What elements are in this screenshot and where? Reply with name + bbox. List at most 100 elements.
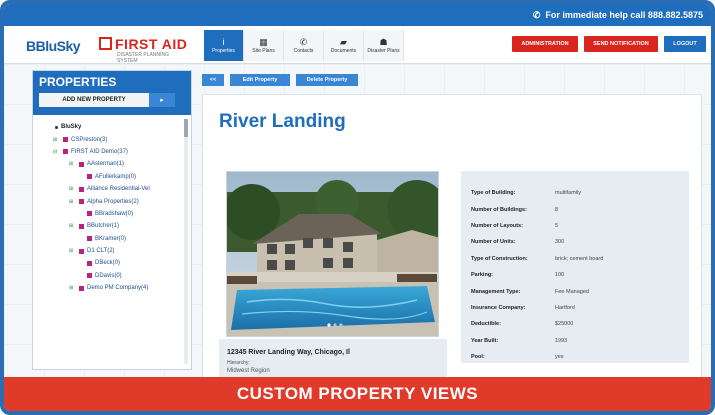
add-property-control[interactable]: ADD NEW PROPERTY ▸ — [39, 93, 185, 107]
help-text: For immediate help call 888.882.5875 — [545, 10, 703, 20]
logout-button[interactable]: LOGOUT — [664, 36, 706, 52]
info-icon: i — [222, 37, 225, 47]
edit-property-button[interactable]: Edit Property — [230, 74, 290, 86]
hierarchy-region: Midwest Region — [227, 368, 270, 374]
tree-item[interactable]: ⊞ Demo PM Company(4) — [45, 282, 185, 294]
blusky-wordmark: BluSky — [35, 38, 81, 54]
tree-item[interactable]: ⊞ CSPreston(3) — [45, 133, 185, 145]
property-address: 12345 River Landing Way, Chicago, Il — [227, 349, 350, 356]
detail-value: 1993 — [555, 337, 568, 344]
app-header: BBluSky FIRST AID DISASTER PLANNING SYST… — [4, 26, 711, 64]
hierarchy-label: Hierarchy: — [227, 360, 250, 366]
property-details-table: Type of Building: multifamily Number of Bu… — [461, 171, 689, 363]
tree-item[interactable]: BluSky — [45, 121, 185, 133]
person-icon: ☗ — [379, 37, 388, 47]
property-photo-image — [227, 172, 438, 336]
tree-expander-icon[interactable]: ⊞ — [69, 223, 77, 229]
tree-item-label: DDavis(0) — [95, 272, 122, 279]
folder-icon — [87, 260, 92, 266]
add-property-arrow-icon[interactable]: ▸ — [149, 93, 175, 107]
folder-icon — [87, 211, 92, 217]
tree-expander-icon[interactable]: ⊞ — [69, 186, 77, 192]
tree-item[interactable]: DBeck(0) — [45, 257, 185, 269]
tree-scrollbar[interactable] — [184, 119, 188, 364]
tree-expander-icon[interactable]: ⊞ — [69, 248, 77, 254]
tree-item-label: BButcher(1) — [87, 223, 120, 230]
tree-item-label: Alliance Residential-Ver — [87, 186, 151, 193]
folder-icon — [55, 125, 58, 129]
app-frame: ✆ For immediate help call 888.882.5875 B… — [0, 0, 715, 415]
property-detail-panel: River Landing 12345 River Landing Way, C… — [202, 94, 702, 405]
main-nav: i Properties ▦ Site Plans ✆ Contacts ▰ D… — [204, 30, 404, 61]
tree-item[interactable]: ⊞ Alpha Properties(2) — [45, 195, 185, 207]
tree-item[interactable]: ⊞ D1 CLT(2) — [45, 245, 185, 257]
phone-icon: ✆ — [532, 9, 541, 20]
tree-expander-icon[interactable]: ⊞ — [69, 199, 77, 205]
tree-item[interactable]: ⊞ Alliance Residential-Ver — [45, 183, 185, 195]
tab-label: Site Plans — [252, 48, 275, 54]
detail-value: $25000 — [555, 321, 574, 328]
detail-row: Insurance Company: Hartford — [471, 300, 679, 316]
tree-item[interactable]: ⊟ FIRST AID Demo(37) — [45, 146, 185, 158]
firstaid-box-icon — [99, 37, 112, 50]
grid-icon: ▦ — [259, 37, 268, 47]
tab-site-plans[interactable]: ▦ Site Plans — [244, 30, 284, 61]
tab-contacts[interactable]: ✆ Contacts — [284, 30, 324, 61]
detail-row: Pool: yes — [471, 349, 679, 365]
detail-key: Number of Units: — [471, 239, 516, 246]
tab-documents[interactable]: ▰ Documents — [324, 30, 364, 61]
firstaid-tagline: DISASTER PLANNING SYSTEM — [117, 52, 169, 64]
phone-icon: ✆ — [299, 37, 308, 47]
back-button[interactable]: << — [202, 74, 224, 86]
tree-item-label: BBradshaw(0) — [95, 210, 134, 217]
detail-row: Type of Building: multifamily — [471, 185, 679, 201]
tree-item[interactable]: DDavis(0) — [45, 270, 185, 282]
detail-key: Number of Buildings: — [471, 206, 527, 213]
tree-item-label: D1 CLT(2) — [87, 248, 115, 255]
folder-icon: ▰ — [340, 37, 347, 47]
tree-expander-icon[interactable]: ⊞ — [69, 161, 77, 167]
send-notification-button[interactable]: SEND NOTIFICATION — [584, 36, 658, 52]
folder-icon — [79, 248, 84, 254]
tree-item[interactable]: BBradshaw(0) — [45, 208, 185, 220]
detail-row: Number of Units: 300 — [471, 234, 679, 250]
tree-expander-icon[interactable]: ⊞ — [53, 137, 61, 143]
tab-label: Properties — [212, 48, 235, 54]
folder-icon — [87, 174, 92, 180]
scrollbar-thumb[interactable] — [184, 119, 188, 137]
firstaid-logo[interactable]: FIRST AID DISASTER PLANNING SYSTEM — [99, 36, 188, 64]
tree-item-label: AFullerkamp(0) — [95, 173, 137, 180]
add-property-button[interactable]: ADD NEW PROPERTY — [39, 93, 149, 107]
detail-key: Year Built: — [471, 337, 499, 344]
firstaid-wordmark: FIRST AID — [115, 36, 188, 52]
tree-item[interactable]: AFullerkamp(0) — [45, 171, 185, 183]
detail-key: Insurance Company: — [471, 304, 526, 311]
detail-value: multifamily — [555, 190, 581, 197]
folder-icon — [79, 223, 84, 229]
folder-icon — [87, 273, 92, 279]
folder-icon — [87, 236, 92, 242]
detail-value: 5 — [555, 222, 559, 229]
tab-properties[interactable]: i Properties — [204, 30, 244, 61]
tree-item-label: BluSky — [61, 124, 82, 131]
tree-item[interactable]: ⊞ AAsterman(1) — [45, 158, 185, 170]
administration-button[interactable]: ADMINISTRATION — [512, 36, 578, 52]
delete-property-button[interactable]: Delete Property — [296, 74, 358, 86]
detail-value: Fee Managed — [555, 288, 589, 295]
blusky-logo[interactable]: BBluSky — [26, 38, 81, 54]
detail-row: Number of Buildings: 8 — [471, 201, 679, 217]
detail-value: 8 — [555, 206, 559, 213]
detail-value: 100 — [555, 272, 565, 279]
tree-expander-icon[interactable]: ⊟ — [53, 149, 61, 155]
tree-item-label: BKramer(0) — [95, 235, 127, 242]
detail-row: Type of Construction: brick; cement board — [471, 251, 679, 267]
tree-expander-icon[interactable]: ⊞ — [69, 285, 77, 291]
tree-item[interactable]: ⊞ BButcher(1) — [45, 220, 185, 232]
detail-key: Pool: — [471, 354, 485, 361]
tab-disaster-plans[interactable]: ☗ Disaster Plans — [364, 30, 404, 61]
tree-item-label: CSPreston(3) — [71, 136, 108, 143]
properties-sidebar: PROPERTIES ADD NEW PROPERTY ▸ BluSky ⊞ CSP… — [32, 70, 192, 370]
detail-row: Year Built: 1993 — [471, 333, 679, 349]
folder-icon — [63, 149, 68, 155]
tree-item[interactable]: BKramer(0) — [45, 233, 185, 245]
